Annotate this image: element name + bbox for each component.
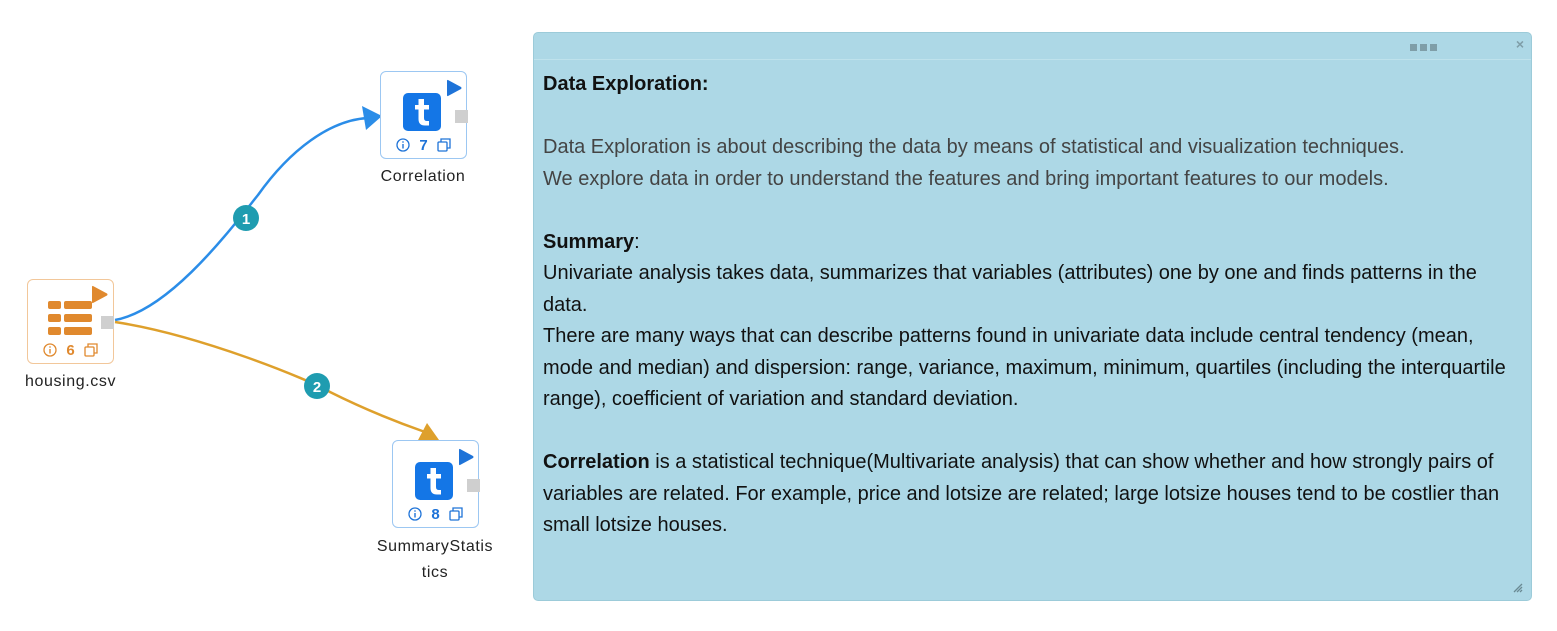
correlation-heading: Correlation xyxy=(543,451,650,473)
close-icon[interactable]: × xyxy=(1513,37,1527,51)
output-port[interactable] xyxy=(467,479,480,492)
summary-heading: Summary xyxy=(543,230,635,253)
summary-paragraph-1: Univariate analysis takes data, summariz… xyxy=(543,262,1477,316)
note-panel[interactable]: × Data Exploration: Data Exploration is … xyxy=(533,32,1532,601)
play-icon[interactable] xyxy=(91,285,109,304)
node-label-summary-statistics: SummaryStatis tics xyxy=(360,534,510,586)
info-icon[interactable] xyxy=(43,343,57,357)
note-intro-line-2: We explore data in order to understand t… xyxy=(543,167,1389,190)
csv-file-icon xyxy=(48,301,92,335)
edge-badge-2-label: 2 xyxy=(313,379,321,396)
summary-paragraph-2: There are many ways that can describe pa… xyxy=(543,325,1506,410)
node-count: 8 xyxy=(431,505,440,523)
table-t-icon xyxy=(403,93,441,131)
correlation-paragraph: Correlation is a statistical technique(M… xyxy=(543,447,1523,542)
output-port[interactable] xyxy=(455,110,468,123)
output-port[interactable] xyxy=(101,316,114,329)
note-title: Data Exploration: xyxy=(543,73,709,95)
edge-badge-1-label: 1 xyxy=(242,211,250,228)
play-icon[interactable] xyxy=(458,448,475,466)
summary-colon: : xyxy=(634,230,640,253)
more-options-icon[interactable] xyxy=(1410,44,1438,51)
edge-2[interactable] xyxy=(114,320,426,434)
edge-badge-1[interactable]: 1 xyxy=(233,205,259,231)
copy-icon[interactable] xyxy=(449,507,463,521)
copy-icon[interactable] xyxy=(84,343,98,357)
node-label-housing-csv: housing.csv xyxy=(24,373,117,390)
resize-grip-icon[interactable] xyxy=(1511,581,1523,593)
node-label-line-2: tics xyxy=(421,564,449,581)
node-housing-csv[interactable]: 6 xyxy=(27,279,114,364)
node-correlation[interactable]: 7 xyxy=(380,71,468,159)
correlation-text: is a statistical technique(Multivariate … xyxy=(543,451,1500,536)
note-content[interactable]: Data Exploration: Data Exploration is ab… xyxy=(543,69,1523,542)
play-icon[interactable] xyxy=(446,79,463,97)
node-label-line-1: SummaryStatis xyxy=(376,538,494,555)
node-summary-statistics[interactable]: 8 xyxy=(392,440,480,528)
info-icon[interactable] xyxy=(396,138,410,152)
summary-heading-line: Summary: xyxy=(543,227,1523,259)
info-icon[interactable] xyxy=(408,507,422,521)
edge-1-arrowhead xyxy=(362,106,382,130)
node-label-correlation: Correlation xyxy=(380,168,466,185)
note-intro-line-1: Data Exploration is about describing the… xyxy=(543,136,1405,158)
edge-badge-2[interactable]: 2 xyxy=(304,373,330,399)
node-count: 6 xyxy=(66,341,75,359)
table-t-icon xyxy=(415,462,453,500)
note-drag-handle[interactable]: × xyxy=(534,33,1531,60)
node-count: 7 xyxy=(419,136,428,154)
copy-icon[interactable] xyxy=(437,138,451,152)
